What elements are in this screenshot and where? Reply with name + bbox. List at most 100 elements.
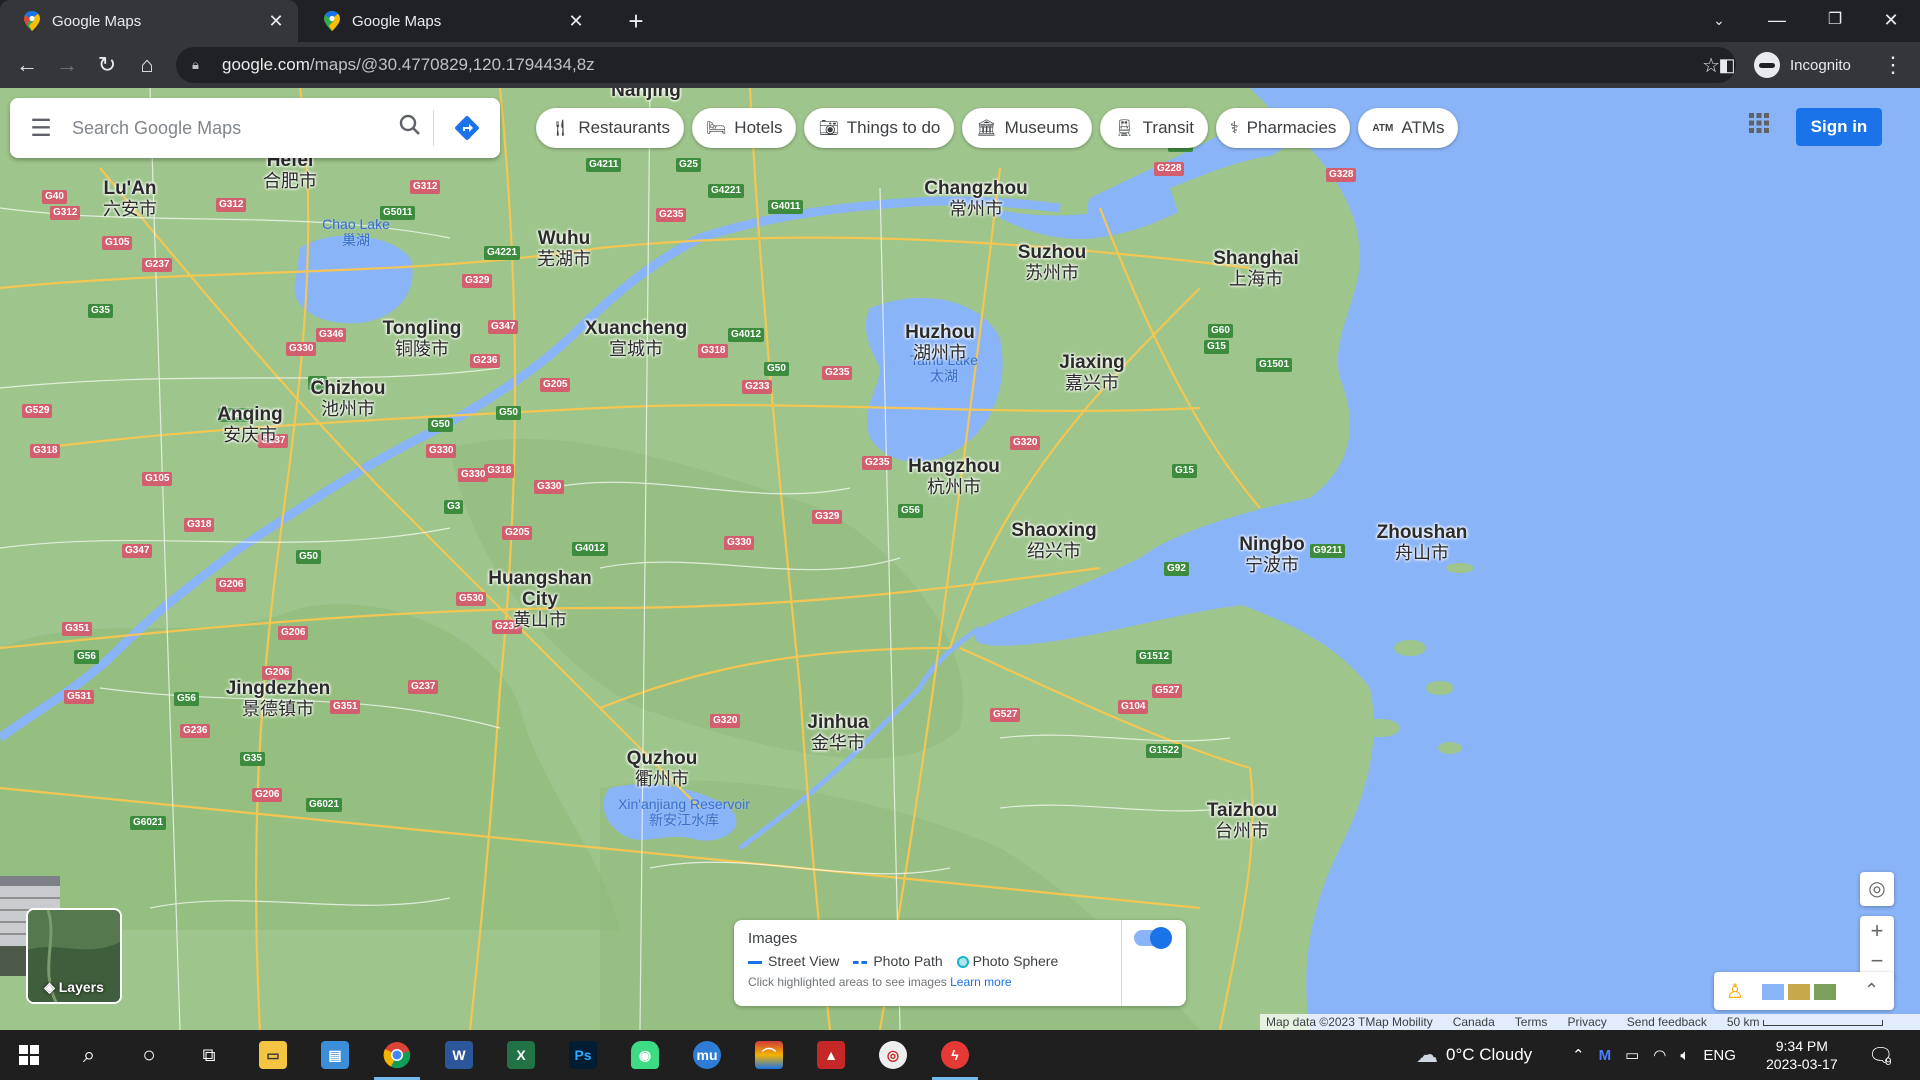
photoshop-icon[interactable]: Ps [556,1030,610,1080]
city-label[interactable]: Nanjing [611,88,681,101]
app-red-icon[interactable]: ▲ [804,1030,858,1080]
tray-chevron-icon[interactable]: ⌃ [1572,1046,1585,1064]
city-label[interactable]: Huangshan City 黄山市 [480,568,600,631]
weather-widget[interactable]: ☁ 0°C Cloudy [1416,1030,1532,1080]
back-arrow-icon[interactable]: ← [10,48,44,82]
my-location-icon[interactable]: ◎ [1860,872,1894,906]
city-label[interactable]: Wuhu 芜湖市 [537,228,591,270]
close-icon[interactable]: ✕ [266,11,286,32]
road-shield: G206 [252,788,283,802]
city-label[interactable]: Changzhou 常州市 [924,178,1027,220]
battery-icon[interactable]: ▭ [1625,1046,1639,1064]
send-feedback-link[interactable]: Send feedback [1627,1015,1707,1029]
notification-center[interactable]: 🗨︎ 9 [1868,1030,1893,1080]
map-canvas[interactable]: G40 G312 G105 G237 G35 G346 G330 G529 G3… [0,88,1920,1030]
city-label[interactable]: Xuancheng 宣城市 [585,318,687,360]
chip-transit[interactable]: 🚆︎ Transit [1100,108,1208,148]
road-shield: G104 [1118,700,1149,714]
chip-hotels[interactable]: 🛏︎ Hotels [691,108,797,148]
volume-icon[interactable]: 🔈︎ [1680,1047,1689,1064]
app-mu-icon[interactable]: mu [680,1030,734,1080]
task-view-icon[interactable]: ⧉ [182,1030,236,1080]
wifi-icon[interactable]: ◠ [1653,1046,1666,1064]
tab-google-maps-1[interactable]: Google Maps ✕ [0,0,298,42]
city-label[interactable]: Tongling 铜陵市 [383,318,462,360]
app-disc-icon[interactable]: ◎ [866,1030,920,1080]
windows-start-icon[interactable] [2,1030,56,1080]
city-label[interactable]: Hangzhou 杭州市 [908,456,1000,498]
side-panel-icon[interactable]: ◧ [1710,48,1744,82]
chip-atms[interactable]: ATM ATMs [1358,108,1459,148]
city-label[interactable]: Anqing 安庆市 [217,404,282,446]
sign-in-button[interactable]: Sign in [1796,108,1882,146]
imagery-thumb[interactable] [1788,984,1810,1000]
clock[interactable]: 9:34 PM 2023-03-17 [1766,1030,1838,1080]
imagery-thumb[interactable] [1762,984,1784,1000]
google-apps-icon[interactable] [1744,108,1774,138]
app-bolt-icon[interactable]: ϟ [928,1030,982,1080]
city-label[interactable]: Ningbo 宁波市 [1239,534,1304,576]
city-label[interactable]: Jinhua 金华市 [807,712,868,754]
home-icon[interactable]: ⌂ [130,48,164,82]
cortana-icon[interactable]: ○ [122,1030,176,1080]
chip-pharmacies[interactable]: ⚕︎ Pharmacies [1216,108,1351,148]
app-arch-icon[interactable]: ⌒ [742,1030,796,1080]
road-shield: G351 [62,622,93,636]
terms-link[interactable]: Terms [1515,1015,1548,1029]
new-tab-button[interactable]: + [620,6,652,36]
directions-icon[interactable] [434,114,500,142]
city-label[interactable]: Chizhou 池州市 [311,378,386,420]
search-icon[interactable]: ⌕ [62,1030,116,1080]
city-label[interactable]: Zhoushan 舟山市 [1377,522,1468,564]
privacy-link[interactable]: Privacy [1567,1015,1606,1029]
tab-search-chevron-icon[interactable]: ⌄ [1690,0,1748,42]
city-label[interactable]: Huzhou 湖州市 [905,322,975,364]
learn-more-link[interactable]: Learn more [950,975,1011,989]
address-bar[interactable]: 🔒︎ google.com/maps/@30.4770829,120.17944… [176,47,1736,83]
word-icon[interactable]: W [432,1030,486,1080]
layers-button[interactable]: ◈ Layers [26,908,122,1004]
country-link[interactable]: Canada [1453,1015,1495,1029]
city-label[interactable]: Jingdezhen 景德镇市 [226,678,331,720]
chip-things-to-do[interactable]: 📷︎ Things to do [804,108,955,148]
excel-icon[interactable]: X [494,1030,548,1080]
close-icon[interactable]: ✕ [566,11,586,32]
forward-arrow-icon[interactable]: → [50,48,84,82]
search-input[interactable] [72,117,387,139]
city-label[interactable]: Taizhou 台州市 [1207,800,1277,842]
chip-restaurants[interactable]: 🍴︎ Restaurants [536,108,684,148]
restore-button[interactable]: ❐ [1806,0,1864,42]
road-shield: G50 [428,418,453,432]
city-label[interactable]: Suzhou 苏州市 [1018,242,1087,284]
images-toggle[interactable] [1134,927,1172,949]
zoom-in-button[interactable]: + [1860,916,1894,946]
search-icon[interactable] [387,114,433,142]
app-android-icon[interactable]: ◉ [618,1030,672,1080]
scale-bar[interactable]: 50 km [1727,1015,1883,1029]
city-label[interactable]: Shaoxing 绍兴市 [1011,520,1097,562]
street-view-legend: Street View [748,953,839,969]
reload-icon[interactable]: ↻ [90,48,124,82]
incognito-profile[interactable]: Incognito [1754,49,1851,81]
chrome-icon[interactable] [370,1030,424,1080]
city-label[interactable]: Lu'An 六安市 [103,178,157,220]
control-panel-icon[interactable]: ▤ [308,1030,362,1080]
expand-chevron-icon[interactable]: ⌃ [1864,980,1879,1001]
language-indicator[interactable]: ENG [1703,1047,1736,1064]
more-menu-icon[interactable]: ⋮ [1876,48,1910,82]
road-shield: G228 [1154,162,1185,176]
close-window-button[interactable]: ✕ [1862,0,1920,42]
chip-museums[interactable]: 🏛︎ Museums [962,108,1093,148]
city-label[interactable]: Jiaxing 嘉兴市 [1059,352,1124,394]
file-explorer-icon[interactable]: ▭ [246,1030,300,1080]
minimize-button[interactable]: — [1748,0,1806,42]
hamburger-menu-icon[interactable]: ☰ [10,114,72,143]
tray-app-icon[interactable]: M [1599,1047,1612,1064]
pegman-imagery-strip[interactable]: ♙ ⌃ [1714,972,1894,1010]
city-label[interactable]: Quzhou 衢州市 [627,748,698,790]
tab-google-maps-2[interactable]: Google Maps ✕ [300,0,598,42]
browser-toolbar: ← → ↻ ⌂ 🔒︎ google.com/maps/@30.4770829,1… [0,42,1920,88]
city-label[interactable]: Shanghai 上海市 [1213,248,1299,290]
pegman-icon[interactable]: ♙ [1726,979,1744,1004]
imagery-thumb[interactable] [1814,984,1836,1000]
